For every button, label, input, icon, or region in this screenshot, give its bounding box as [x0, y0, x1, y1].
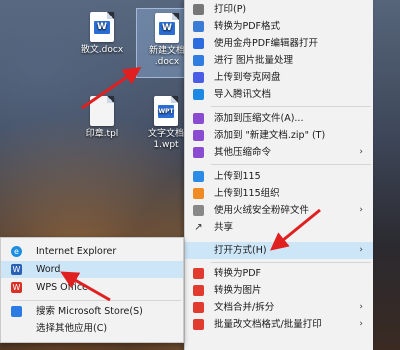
menu-item-to-image[interactable]: 转换为图片: [185, 282, 373, 299]
file-label: 散文.docx: [80, 45, 124, 55]
open-with-search-store[interactable]: 搜索 Microsoft Store(S): [1, 303, 183, 320]
shredder-icon: [193, 205, 204, 216]
wps-template-icon: WPT: [154, 96, 178, 126]
desktop-file-yinzhang[interactable]: 印章.tpl: [72, 92, 132, 148]
menu-divider: [211, 164, 371, 165]
share-icon: ↗: [194, 222, 203, 233]
menu-item-other-compress[interactable]: 其他压缩命令 ›: [185, 144, 373, 161]
printer-icon: [193, 4, 204, 15]
word-document-icon: W: [155, 13, 179, 43]
image-batch-icon: [193, 55, 204, 66]
desktop-file-sanwen[interactable]: W 散文.docx: [72, 8, 132, 64]
menu-divider: [211, 262, 371, 263]
menu-item-share[interactable]: ↗ 共享: [185, 219, 373, 236]
open-with-submenu: e Internet Explorer W Word W WPS Office …: [0, 237, 184, 343]
menu-item-upload-quark[interactable]: 上传到夸克网盘: [185, 69, 373, 86]
open-with-internet-explorer[interactable]: e Internet Explorer: [1, 243, 183, 260]
menu-item-open-with[interactable]: 打开方式(H) ›: [185, 242, 373, 259]
internet-explorer-icon: e: [11, 246, 22, 257]
wps-office-icon: W: [11, 282, 22, 293]
menu-divider: [11, 300, 181, 301]
menu-item-convert-pdf-format[interactable]: 转换为PDF格式: [185, 18, 373, 35]
blank-document-icon: [90, 96, 114, 126]
menu-item-batch-format[interactable]: 批量改文档格式/批量打印 ›: [185, 316, 373, 333]
word-document-icon: W: [90, 12, 114, 42]
file-label: 印章.tpl: [85, 129, 119, 139]
pdf-editor-icon: [193, 38, 204, 49]
menu-item-add-archive[interactable]: 添加到压缩文件(A)...: [185, 110, 373, 127]
cloud115-icon: [193, 171, 204, 182]
open-with-word[interactable]: W Word: [1, 261, 183, 278]
menu-item-upload-115-org[interactable]: 上传到115组织: [185, 185, 373, 202]
menu-item-huorong-shred[interactable]: 使用火绒安全粉碎文件 ›: [185, 202, 373, 219]
microsoft-store-icon: [11, 306, 22, 317]
to-pdf-icon: [193, 268, 204, 279]
menu-item-open-jinzhou-pdf[interactable]: 使用金舟PDF编辑器打开: [185, 35, 373, 52]
chevron-right-icon: ›: [359, 205, 363, 215]
open-with-choose-other[interactable]: 选择其他应用(C): [1, 320, 183, 337]
menu-item-image-batch[interactable]: 进行 图片批量处理: [185, 52, 373, 69]
menu-item-print[interactable]: 打印(P): [185, 1, 373, 18]
menu-item-add-zip[interactable]: 添加到 "新建文档.zip" (T): [185, 127, 373, 144]
quark-cloud-icon: [193, 72, 204, 83]
merge-split-icon: [193, 302, 204, 313]
chevron-right-icon: ›: [359, 147, 363, 157]
chevron-right-icon: ›: [359, 245, 363, 255]
archive-icon: [193, 113, 204, 124]
menu-item-merge-split[interactable]: 文档合并/拆分 ›: [185, 299, 373, 316]
menu-divider: [211, 106, 371, 107]
menu-item-upload-115[interactable]: 上传到115: [185, 168, 373, 185]
archive-more-icon: [193, 147, 204, 158]
tencent-docs-icon: [193, 89, 204, 100]
open-with-wps-office[interactable]: W WPS Office: [1, 279, 183, 296]
chevron-right-icon: ›: [359, 302, 363, 312]
zip-icon: [193, 130, 204, 141]
batch-format-icon: [193, 319, 204, 330]
menu-item-import-tencent-docs[interactable]: 导入腾讯文档: [185, 86, 373, 103]
word-icon: W: [11, 264, 22, 275]
pdf-convert-icon: [193, 21, 204, 32]
chevron-right-icon: ›: [359, 319, 363, 329]
to-image-icon: [193, 285, 204, 296]
context-menu: 打印(P) 转换为PDF格式 使用金舟PDF编辑器打开 进行 图片批量处理 上传…: [184, 0, 373, 350]
cloud115-org-icon: [193, 188, 204, 199]
menu-item-to-pdf[interactable]: 转换为PDF: [185, 265, 373, 282]
